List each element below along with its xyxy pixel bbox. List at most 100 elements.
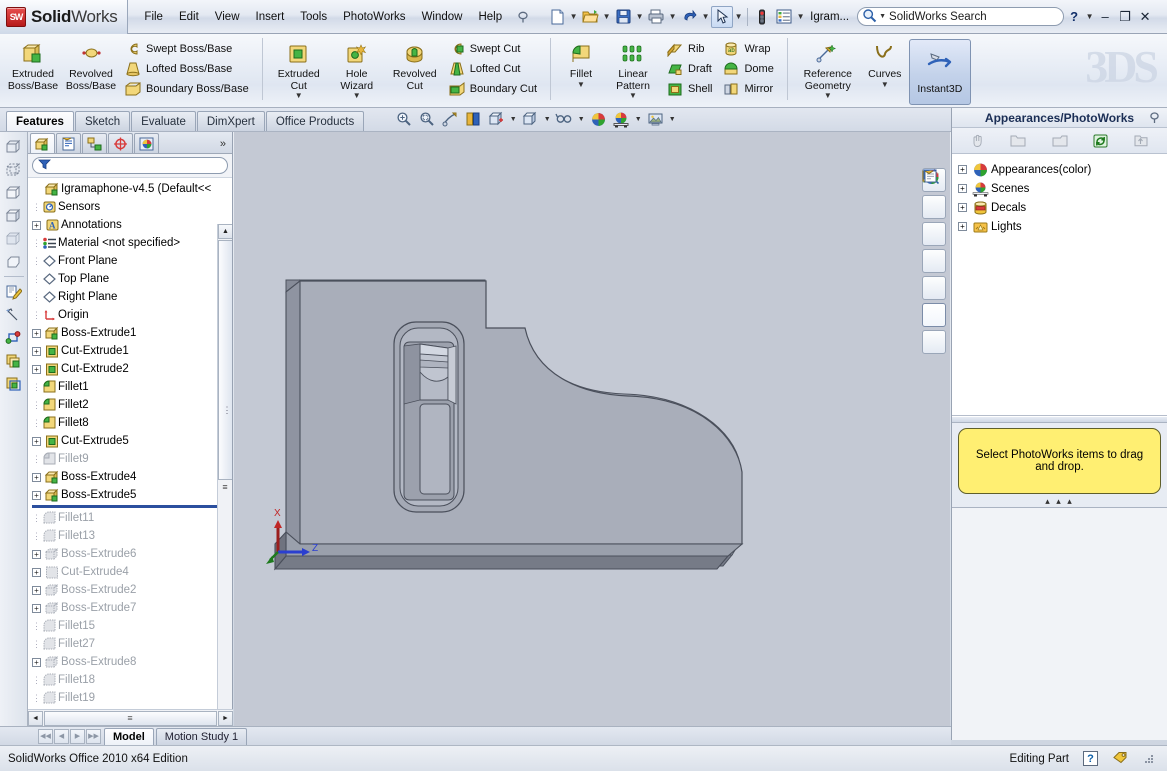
revolved-boss-base-button[interactable]: RevolvedBoss/Base xyxy=(62,37,120,93)
isolate-icon[interactable] xyxy=(3,350,25,371)
hidden-lines-removed-icon[interactable] xyxy=(3,182,25,203)
expand-toggle[interactable]: + xyxy=(32,604,41,613)
tree-item-material[interactable]: ⋮ Material <not specified> xyxy=(28,234,232,252)
feature-tree-vertical-scrollbar[interactable]: ▲ ≡ ▼ xyxy=(217,224,232,726)
view-orientation-caret[interactable]: ▼ xyxy=(508,109,518,129)
expand-toggle[interactable]: + xyxy=(958,165,967,174)
refresh-icon[interactable] xyxy=(1089,131,1111,151)
nav-next-button[interactable]: ▶ xyxy=(70,729,85,744)
tree-item-fill et9[interactable]: ⋮ Fillet9 xyxy=(28,450,232,468)
expand-toggle[interactable]: + xyxy=(958,203,967,212)
view-settings-caret[interactable]: ▼ xyxy=(667,109,677,129)
swept-cut-button[interactable]: Swept Cut xyxy=(444,39,543,59)
tree-item-fillet13[interactable]: ⋮ Fillet13 xyxy=(28,527,232,545)
tree-item-cut-extrude1[interactable]: + Cut-Extrude1 xyxy=(28,342,232,360)
scroll-right-button[interactable]: ► xyxy=(218,711,233,726)
dome-button[interactable]: Dome xyxy=(718,59,779,79)
menu-file[interactable]: File xyxy=(136,8,171,26)
sensor-chart-icon[interactable] xyxy=(922,195,946,219)
tree-item-fillet8[interactable]: ⋮ Fillet8 xyxy=(28,414,232,432)
help-button[interactable]: ? xyxy=(1064,7,1084,27)
configuration-manager-icon[interactable] xyxy=(82,133,107,153)
section-view-icon[interactable] xyxy=(462,109,484,129)
tree-item-boss-extrude2[interactable]: + Boss-Extrude2 xyxy=(28,581,232,599)
tab-evaluate[interactable]: Evaluate xyxy=(131,111,196,131)
tab-model[interactable]: Model xyxy=(104,728,154,745)
tree-item-cut-extrude5[interactable]: + Cut-Extrude5 xyxy=(28,432,232,450)
options-list-icon[interactable] xyxy=(773,6,795,28)
linear-pattern-button[interactable]: LinearPattern xyxy=(604,37,662,93)
nav-last-button[interactable]: ▶▶ xyxy=(86,729,101,744)
save-disk-caret[interactable]: ▼ xyxy=(634,6,645,28)
perspective-icon[interactable] xyxy=(3,251,25,272)
draft-button[interactable]: Draft xyxy=(662,59,718,79)
display-style-icon[interactable] xyxy=(519,109,541,129)
shaded-icon[interactable] xyxy=(3,228,25,249)
new-document-caret[interactable]: ▼ xyxy=(568,6,579,28)
view-orientation-icon[interactable] xyxy=(485,109,507,129)
scroll-left-button[interactable]: ◄ xyxy=(28,711,43,726)
undo-caret[interactable]: ▼ xyxy=(700,6,711,28)
expand-toggle[interactable]: + xyxy=(32,347,41,356)
search-input[interactable]: ▼ SolidWorks Search xyxy=(857,7,1064,26)
tree-item-fillet27[interactable]: ⋮ Fillet27 xyxy=(28,635,232,653)
tree-item-origin[interactable]: ⋮ Origin xyxy=(28,306,232,324)
curves-caret[interactable]: ▼ xyxy=(861,80,909,89)
expand-toggle[interactable]: + xyxy=(958,222,967,231)
solidworks-logo[interactable]: SW SolidWorks xyxy=(0,0,128,34)
instant3d-button[interactable]: Instant3D xyxy=(909,39,971,105)
display-style-caret[interactable]: ▼ xyxy=(542,109,552,129)
task-pane-splitter[interactable] xyxy=(952,416,1167,423)
expand-toggle[interactable]: + xyxy=(32,437,41,446)
view-settings-icon[interactable] xyxy=(644,109,666,129)
tab-office-products[interactable]: Office Products xyxy=(266,111,364,131)
3d-model[interactable]: X Z xyxy=(234,132,950,726)
expand-toggle[interactable]: + xyxy=(32,568,41,577)
expand-toggle[interactable]: + xyxy=(32,658,41,667)
save-disk-icon[interactable] xyxy=(612,6,634,28)
extruded-cut-button[interactable]: ExtrudedCut xyxy=(270,37,328,93)
shell-button[interactable]: Shell xyxy=(662,79,718,99)
rib-button[interactable]: Rib xyxy=(662,39,718,59)
tree-item-top-plane[interactable]: ⋮ Top Plane xyxy=(28,270,232,288)
expand-toggle[interactable]: + xyxy=(958,184,967,193)
tree-item-boss-extrude8[interactable]: + Boss-Extrude8 xyxy=(28,653,232,671)
tree-root-item[interactable]: Igramaphone-v4.5 (Default<< xyxy=(28,180,232,198)
tree-item-cut-extrude4[interactable]: + Cut-Extrude4 xyxy=(28,563,232,581)
task-pane-resize-handle[interactable]: ▴ ▴ ▴ xyxy=(952,496,1167,507)
shaded-with-edges-icon[interactable] xyxy=(3,205,25,226)
feature-tree-filter-input[interactable] xyxy=(32,157,228,174)
scroll-thumb[interactable] xyxy=(218,240,232,480)
drag-hand-icon[interactable] xyxy=(967,131,989,151)
tree-item-front-plane[interactable]: ⋮ Front Plane xyxy=(28,252,232,270)
tree-item-fillet19[interactable]: ⋮ Fillet19 xyxy=(28,689,232,707)
tree-item-sensors[interactable]: ⋮ Sensors xyxy=(28,198,232,216)
expand-toggle[interactable]: + xyxy=(32,365,41,374)
scroll-up-button[interactable]: ▲ xyxy=(218,224,232,239)
select-arrow-icon[interactable] xyxy=(711,6,733,28)
tree-item-cut-extrude2[interactable]: + Cut-Extrude2 xyxy=(28,360,232,378)
photoworks-item-appearances[interactable]: + Appearances(color) xyxy=(958,160,1167,179)
open-folder-icon[interactable] xyxy=(579,6,601,28)
rollback-bar[interactable] xyxy=(32,505,226,508)
photoworks-item-lights[interactable]: + Lights xyxy=(958,217,1167,236)
options-caret[interactable]: ▼ xyxy=(795,6,806,28)
extruded-cut-caret[interactable]: ▼ xyxy=(270,91,328,100)
swept-boss-base-button[interactable]: Swept Boss/Base xyxy=(120,39,255,59)
up-folder-icon[interactable] xyxy=(1130,131,1152,151)
menu-photoworks[interactable]: PhotoWorks xyxy=(335,8,413,26)
appearance-icon[interactable] xyxy=(3,373,25,394)
feature-manager-tree-icon[interactable] xyxy=(30,133,55,153)
tab-sketch[interactable]: Sketch xyxy=(75,111,130,131)
quick-help-icon[interactable]: ? xyxy=(1083,751,1098,766)
menu-tools[interactable]: Tools xyxy=(292,8,335,26)
wireframe-icon[interactable] xyxy=(3,136,25,157)
search-dropdown-caret[interactable]: ▼ xyxy=(879,13,886,20)
zoom-in-out-icon[interactable] xyxy=(439,109,461,129)
photoworks-render-icon[interactable] xyxy=(922,249,946,273)
tree-item-fillet15[interactable]: ⋮ Fillet15 xyxy=(28,617,232,635)
fillet-caret[interactable]: ▼ xyxy=(558,80,604,89)
tree-item-boss-extrude1[interactable]: + Boss-Extrude1 xyxy=(28,324,232,342)
fillet-button[interactable]: Fillet xyxy=(558,37,604,82)
tree-item-fillet1[interactable]: ⋮ Fillet1 xyxy=(28,378,232,396)
